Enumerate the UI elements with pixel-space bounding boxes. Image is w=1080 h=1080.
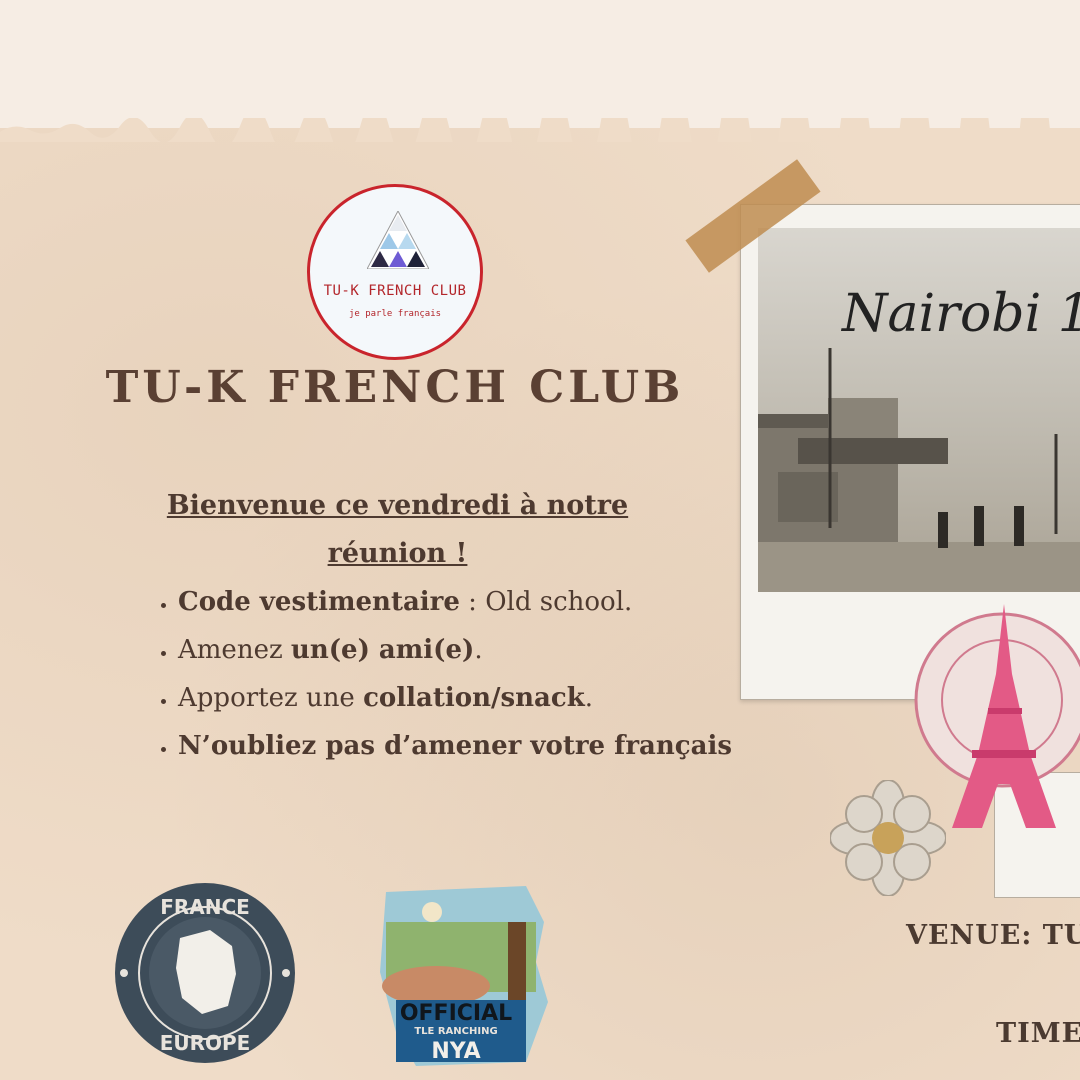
dress-code-value: : Old school. bbox=[459, 587, 633, 617]
list-item: Apportez une collation/snack. bbox=[178, 674, 738, 722]
welcome-heading: Bienvenue ce vendredi à notre réunion ! bbox=[166, 490, 629, 569]
stamp-ranching-label: TLE RANCHING bbox=[414, 1026, 497, 1037]
list-text: Apportez une bbox=[178, 683, 364, 713]
list-bold: un(e) ami(e) bbox=[290, 635, 475, 665]
france-stamp: FRANCE EUROPE bbox=[115, 883, 295, 1063]
dress-code-label: Code vestimentaire bbox=[178, 587, 460, 617]
meeting-info-list: Code vestimentaire : Old school. Amenez … bbox=[138, 578, 738, 770]
flower-decoration bbox=[830, 780, 946, 896]
stamp-france-label: FRANCE bbox=[160, 895, 250, 919]
club-title: TU-K FRENCH CLUB bbox=[105, 362, 685, 413]
list-item: Amenez un(e) ami(e). bbox=[178, 626, 738, 674]
list-bold: collation/snack bbox=[363, 683, 585, 713]
time-label: TIME bbox=[996, 1018, 1080, 1049]
stamp-europe-label: EUROPE bbox=[160, 1031, 251, 1055]
vintage-photo: Nairobi 19 bbox=[758, 228, 1080, 592]
logo-tagline: je parle français bbox=[348, 309, 442, 319]
stamp-country-label: NYA bbox=[431, 1039, 480, 1064]
stamp-official-label: OFFICIAL bbox=[400, 1001, 512, 1026]
list-item: N’oubliez pas d’amener votre français bbox=[178, 722, 738, 770]
logo-name: TU-K FRENCH CLUB bbox=[323, 283, 467, 299]
torn-paper-edge bbox=[0, 118, 1080, 142]
club-logo: TU-K FRENCH CLUB je parle français bbox=[307, 184, 483, 360]
venue-label: VENUE: TU bbox=[906, 920, 1080, 951]
list-text: . bbox=[584, 683, 593, 713]
list-bold: N’oubliez pas d’amener votre français bbox=[178, 731, 732, 761]
station-building-illustration bbox=[758, 348, 1080, 592]
list-text: . bbox=[474, 635, 483, 665]
list-text: Amenez bbox=[178, 635, 291, 665]
kenya-stamp: OFFICIAL TLE RANCHING NYA bbox=[380, 886, 548, 1066]
triangle-logo-icon bbox=[367, 211, 429, 269]
list-item: Code vestimentaire : Old school. bbox=[178, 578, 738, 626]
